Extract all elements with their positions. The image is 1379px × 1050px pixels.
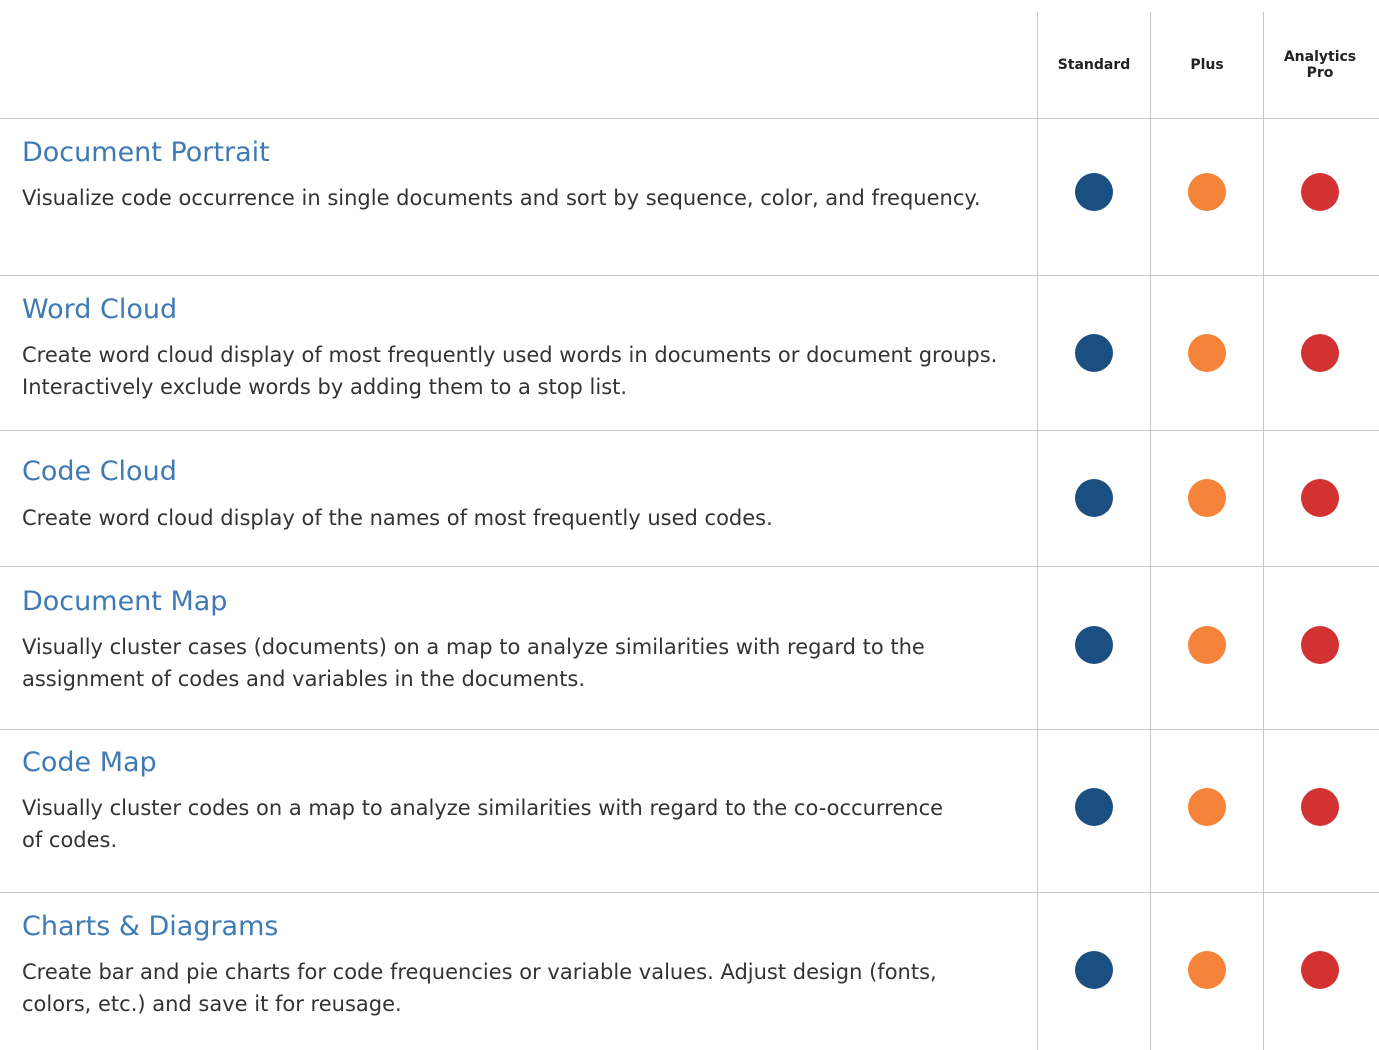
column-header-analytics-pro: Analytics Pro — [1264, 40, 1376, 90]
feature-description: Visually cluster cases (documents) on a … — [22, 635, 925, 691]
analytics-pro-included-dot — [1301, 334, 1339, 372]
plus-included-dot — [1188, 951, 1226, 989]
column-header-standard: Standard — [1057, 57, 1131, 73]
standard-included-dot — [1075, 626, 1113, 664]
column-header-plus: Plus — [1190, 57, 1224, 73]
feature-title: Code Map — [22, 747, 157, 778]
feature-description: Create bar and pie charts for code frequ… — [22, 960, 937, 1016]
feature-title: Word Cloud — [22, 294, 178, 325]
feature-title: Code Cloud — [22, 456, 177, 487]
feature-row: Code Map Visually cluster codes on a map… — [0, 730, 1379, 892]
feature-description: Create word cloud display of the names o… — [22, 506, 773, 530]
plus-included-dot — [1188, 788, 1226, 826]
standard-included-dot — [1075, 951, 1113, 989]
plus-included-dot — [1188, 334, 1226, 372]
analytics-pro-included-dot — [1301, 626, 1339, 664]
feature-description: Create word cloud display of most freque… — [22, 343, 998, 399]
feature-description: Visually cluster codes on a map to analy… — [22, 796, 944, 852]
analytics-pro-included-dot — [1301, 173, 1339, 211]
feature-title: Document Map — [22, 586, 228, 617]
analytics-pro-included-dot — [1301, 788, 1339, 826]
analytics-pro-included-dot — [1301, 479, 1339, 517]
plus-included-dot — [1188, 626, 1226, 664]
analytics-pro-included-dot — [1301, 951, 1339, 989]
standard-included-dot — [1075, 479, 1113, 517]
plus-included-dot — [1188, 173, 1226, 211]
feature-row: Document Map Visually cluster cases (doc… — [0, 567, 1379, 729]
plus-included-dot — [1188, 479, 1226, 517]
feature-row: Word Cloud Create word cloud display of … — [0, 276, 1379, 430]
feature-title: Document Portrait — [22, 137, 270, 168]
column-header-analytics-pro-label: Analytics Pro — [1283, 49, 1357, 81]
standard-included-dot — [1075, 334, 1113, 372]
feature-row: Charts & Diagrams Create bar and pie cha… — [0, 893, 1379, 1050]
standard-included-dot — [1075, 788, 1113, 826]
feature-title: Charts & Diagrams — [22, 911, 279, 942]
feature-row: Document Portrait Visualize code occurre… — [0, 119, 1379, 275]
standard-included-dot — [1075, 173, 1113, 211]
feature-description: Visualize code occurrence in single docu… — [22, 186, 981, 210]
feature-row: Code Cloud Create word cloud display of … — [0, 431, 1379, 566]
